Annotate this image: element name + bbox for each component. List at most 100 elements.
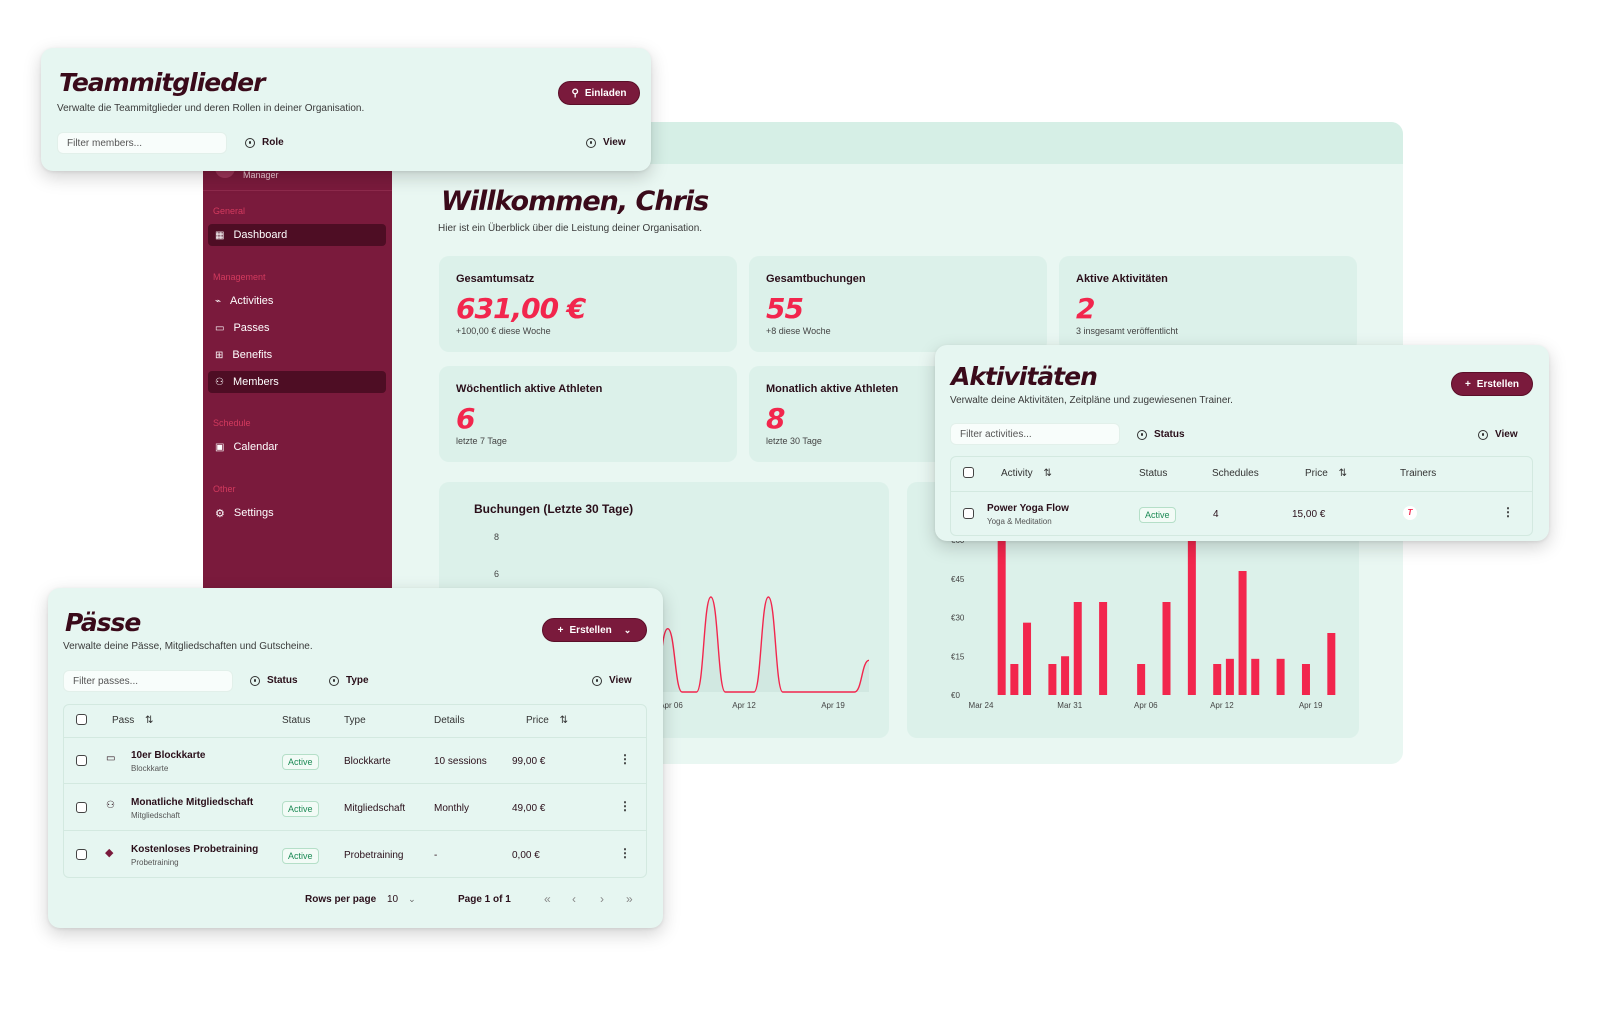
sidebar-item-label: Dashboard xyxy=(233,229,288,241)
x-tick-label: Mar 31 xyxy=(1057,701,1082,710)
column-schedules: Schedules xyxy=(1212,468,1259,479)
user-role: Manager xyxy=(243,170,279,180)
pass-price: 0,00 € xyxy=(512,850,540,861)
pass-filter-input[interactable]: Filter passes... xyxy=(63,670,233,692)
page-subtitle: Hier ist ein Überblick über die Leistung… xyxy=(438,223,703,234)
pass-details: - xyxy=(434,850,438,861)
pass-status: Active xyxy=(282,848,319,864)
pass-name[interactable]: 10er Blockkarte xyxy=(131,750,206,761)
role-filter-button[interactable]: Role xyxy=(245,137,284,148)
stat-label: Monatlich aktive Athleten xyxy=(766,383,899,395)
sidebar-item-dashboard[interactable]: ▦ Dashboard xyxy=(208,224,386,246)
view-label: View xyxy=(609,675,632,686)
card-icon: ▭ xyxy=(106,753,116,764)
activity-filter-input[interactable]: Filter activities... xyxy=(950,423,1120,445)
select-all-checkbox[interactable] xyxy=(963,467,974,478)
bar xyxy=(1162,602,1171,695)
status-filter-button[interactable]: Status xyxy=(250,675,298,686)
stat-value: 6 xyxy=(456,402,476,435)
bar xyxy=(1137,664,1146,695)
view-options-button[interactable]: View xyxy=(586,137,626,148)
invite-button[interactable]: ⚲ Einladen xyxy=(558,81,640,105)
row-checkbox[interactable] xyxy=(76,849,87,860)
settings-circle-icon xyxy=(592,675,602,686)
activities-subtitle: Verwalte deine Aktivitäten, Zeitpläne un… xyxy=(950,395,1233,406)
sidebar-item-settings[interactable]: ⚙ Settings xyxy=(208,502,386,524)
sidebar-group-general: General xyxy=(213,206,246,216)
team-subtitle: Verwalte die Teammitglieder und deren Ro… xyxy=(57,103,365,114)
row-actions-icon[interactable]: ⋮ xyxy=(619,752,631,766)
type-filter-button[interactable]: Type xyxy=(329,675,369,686)
chevron-down-icon: ⌄ xyxy=(408,893,416,904)
row-checkbox[interactable] xyxy=(76,802,87,813)
column-pass[interactable]: Pass ⇅ xyxy=(112,715,153,726)
status-filter-button[interactable]: Status xyxy=(1137,429,1185,440)
bar xyxy=(1048,664,1057,695)
prev-page-icon[interactable]: ‹ xyxy=(572,892,576,906)
sidebar-item-passes[interactable]: ▭ Passes xyxy=(208,317,386,339)
y-tick-label: €15 xyxy=(951,652,965,661)
team-title: Teammitglieder xyxy=(59,68,265,97)
row-checkbox[interactable] xyxy=(963,508,974,519)
column-price[interactable]: Price ⇅ xyxy=(1305,468,1347,479)
stat-value: 8 xyxy=(766,402,786,435)
activity-name[interactable]: Power Yoga Flow xyxy=(987,503,1069,514)
pass-type: Mitgliedschaft xyxy=(344,803,406,814)
sidebar-item-label: Activities xyxy=(230,295,274,307)
row-checkbox[interactable] xyxy=(76,755,87,766)
stat-value: 55 xyxy=(766,292,804,325)
create-pass-button[interactable]: + Erstellen ⌄ xyxy=(542,618,647,642)
select-all-checkbox[interactable] xyxy=(76,714,87,725)
column-activity[interactable]: Activity ⇅ xyxy=(1001,468,1052,479)
first-page-icon[interactable]: « xyxy=(544,892,551,906)
view-options-button[interactable]: View xyxy=(592,675,632,686)
stat-card-weekly-athletes: Wöchentlich aktive Athleten 6 letzte 7 T… xyxy=(439,366,737,462)
last-page-icon[interactable]: » xyxy=(626,892,633,906)
stat-note: letzte 7 Tage xyxy=(456,436,507,446)
activities-title: Aktivitäten xyxy=(951,362,1098,391)
pass-type: Blockkarte xyxy=(344,756,391,767)
sidebar-item-benefits[interactable]: ⊞ Benefits xyxy=(208,344,386,366)
column-trainers: Trainers xyxy=(1400,468,1437,479)
role-filter-label: Role xyxy=(262,137,284,148)
activity-schedules: 4 xyxy=(1213,509,1219,520)
pass-name[interactable]: Kostenloses Probetraining xyxy=(131,844,258,855)
stat-card-active-activities: Aktive Aktivitäten 2 3 insgesamt veröffe… xyxy=(1059,256,1357,352)
sidebar-item-members[interactable]: ⚇ Members xyxy=(208,371,386,393)
sort-icon: ⇅ xyxy=(1338,468,1347,479)
pass-sub: Probetraining xyxy=(131,858,179,867)
table-row[interactable]: ⚇ Monatliche Mitgliedschaft Mitgliedscha… xyxy=(64,785,646,831)
column-status: Status xyxy=(282,715,311,726)
column-type: Type xyxy=(344,715,366,726)
status-badge: Active xyxy=(282,801,319,817)
column-price[interactable]: Price ⇅ xyxy=(526,715,568,726)
stat-card-bookings: Gesamtbuchungen 55 +8 diese Woche xyxy=(749,256,1047,352)
pass-name[interactable]: Monatliche Mitgliedschaft xyxy=(131,797,253,808)
row-actions-icon[interactable]: ⋮ xyxy=(1502,505,1514,519)
pass-sub: Blockkarte xyxy=(131,764,169,773)
sidebar-item-label: Passes xyxy=(233,322,270,334)
y-tick-label: 8 xyxy=(494,532,499,542)
table-row[interactable]: ◆ Kostenloses Probetraining Probetrainin… xyxy=(64,832,646,878)
pass-status: Active xyxy=(282,801,319,817)
row-actions-icon[interactable]: ⋮ xyxy=(619,846,631,860)
view-options-button[interactable]: View xyxy=(1478,429,1518,440)
gift-icon: ⊞ xyxy=(215,349,224,361)
sidebar-item-activities[interactable]: ⌁ Activities xyxy=(208,290,386,312)
row-actions-icon[interactable]: ⋮ xyxy=(619,799,631,813)
table-row[interactable]: Power Yoga Flow Yoga & Meditation Active… xyxy=(951,492,1532,536)
bar xyxy=(1023,622,1032,695)
users-icon: ⚇ xyxy=(106,800,115,811)
rows-per-page-select[interactable]: 10 ⌄ xyxy=(381,888,421,910)
stat-label: Aktive Aktivitäten xyxy=(1076,273,1168,285)
activity-category: Yoga & Meditation xyxy=(987,517,1052,526)
bar xyxy=(1010,664,1019,695)
table-row[interactable]: ▭ 10er Blockkarte Blockkarte Active Bloc… xyxy=(64,738,646,784)
sidebar-item-calendar[interactable]: ▣ Calendar xyxy=(208,436,386,458)
member-filter-input[interactable]: Filter members... xyxy=(57,132,227,154)
create-activity-button[interactable]: + Erstellen xyxy=(1451,372,1533,396)
y-tick-label: €45 xyxy=(951,575,965,584)
ticket-icon: ▭ xyxy=(215,322,225,334)
next-page-icon[interactable]: › xyxy=(600,892,604,906)
x-tick-label: Apr 12 xyxy=(1210,701,1234,710)
